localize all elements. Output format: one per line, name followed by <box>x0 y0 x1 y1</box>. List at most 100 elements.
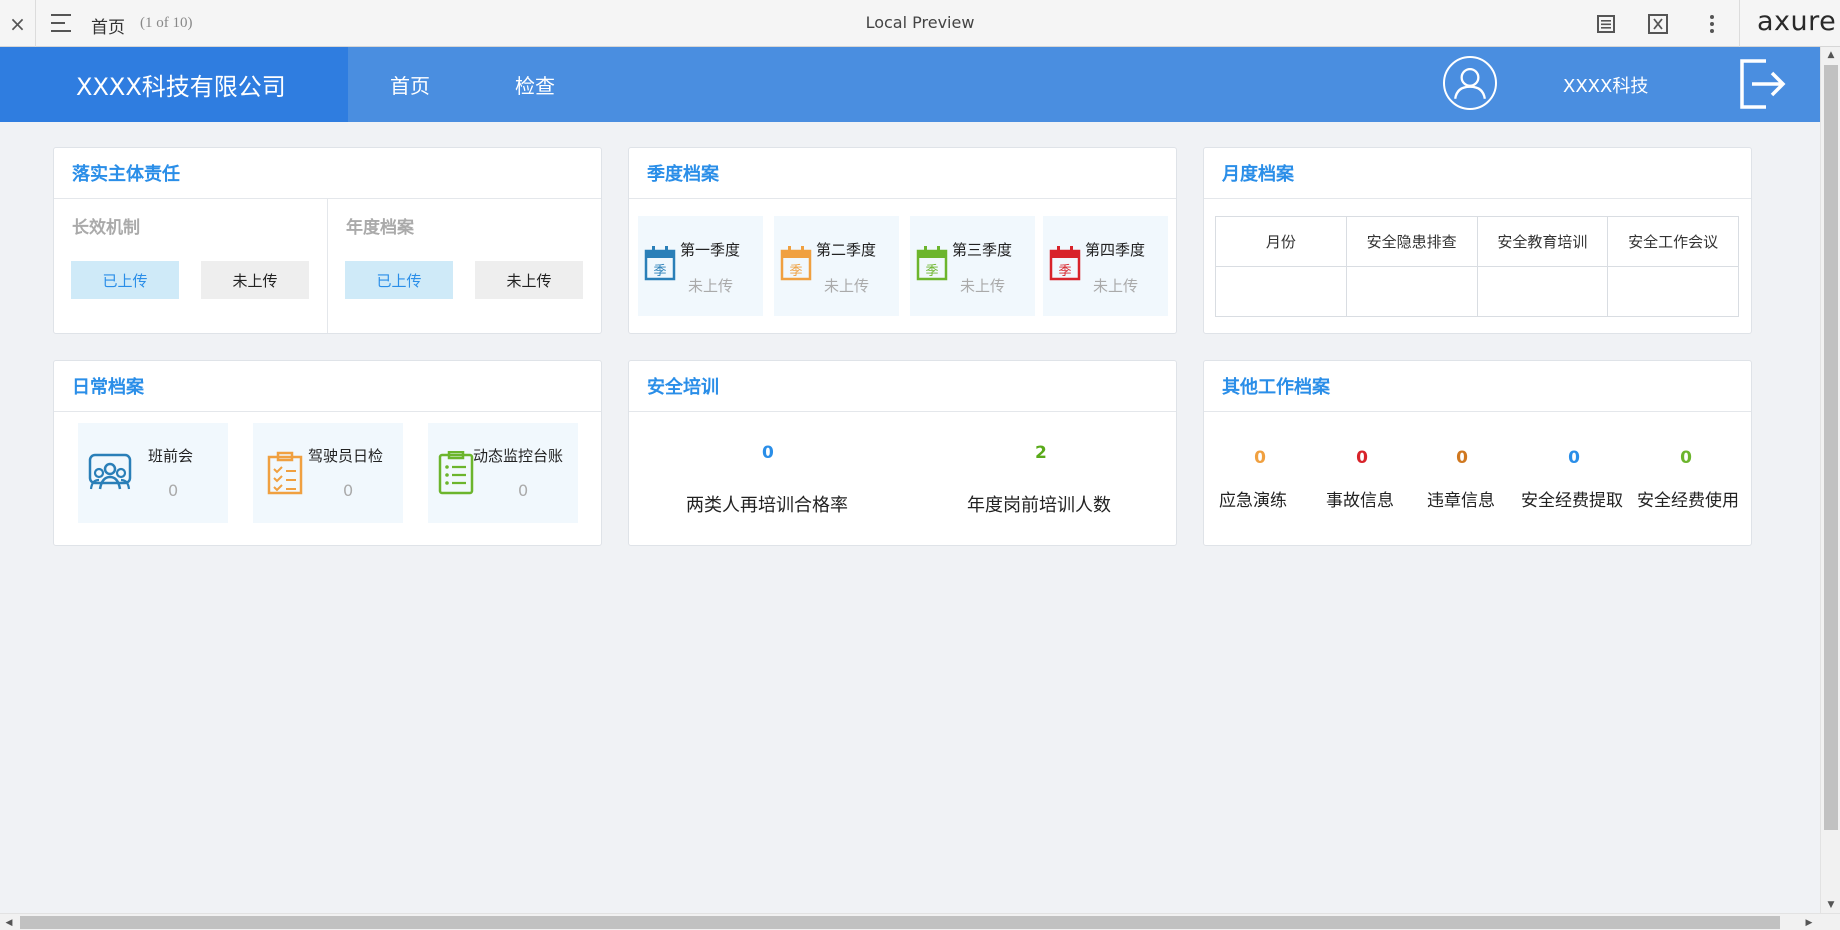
horizontal-scrollbar[interactable]: ◀ ▶ <box>0 913 1840 930</box>
pages-menu-icon[interactable] <box>50 12 74 34</box>
retraining-pass-rate-value: 0 <box>762 443 774 463</box>
calendar-icon: 季 <box>780 246 812 281</box>
card-other: 其他工作档案 0 应急演练 0 事故信息 0 违章信息 0 安全经费提取 0 安… <box>1203 360 1752 546</box>
table-header-cell: 安全教育培训 <box>1476 216 1609 267</box>
daily-count: 0 <box>518 481 529 500</box>
scroll-up-icon[interactable]: ▲ <box>1821 47 1840 63</box>
card-training: 安全培训 0 两类人再培训合格率 2 年度岗前培训人数 <box>628 360 1177 546</box>
table-cell[interactable] <box>1476 266 1609 317</box>
quarter-status: 未上传 <box>688 277 734 295</box>
table-cell[interactable] <box>1607 266 1739 317</box>
violation-info-value: 0 <box>1456 448 1468 468</box>
daily-tile-pre-shift-meeting[interactable]: 班前会 0 <box>78 423 228 523</box>
user-avatar-icon[interactable] <box>1443 56 1497 110</box>
company-brand: XXXX科技有限公司 <box>0 47 348 122</box>
app-header: XXXX科技有限公司 首页 检查 XXXX科技 <box>0 47 1820 122</box>
quarter-name: 第一季度 <box>680 241 741 259</box>
quarter-tile-2[interactable]: 季 第二季度 未上传 <box>774 216 899 316</box>
calendar-icon: 季 <box>916 246 948 281</box>
table-header-cell: 月份 <box>1215 216 1347 267</box>
scroll-right-icon[interactable]: ▶ <box>1800 914 1818 930</box>
axure-toolbar: × 首页 (1 of 10) Local Preview axure <box>0 0 1840 47</box>
daily-name: 班前会 <box>148 447 194 465</box>
card-daily: 日常档案 班前会 0 驾驶员日检 0 动态监控台账 0 <box>53 360 602 546</box>
list-icon <box>438 451 474 495</box>
quarter-tile-4[interactable]: 季 第四季度 未上传 <box>1043 216 1168 316</box>
emergency-drill-value: 0 <box>1254 448 1266 468</box>
nav-inspection[interactable]: 检查 <box>515 47 555 122</box>
daily-count: 0 <box>343 481 354 500</box>
logout-icon[interactable] <box>1738 57 1788 111</box>
section-title-long-term: 长效机制 <box>72 218 140 238</box>
annual-not-uploaded-button[interactable]: 未上传 <box>475 261 583 299</box>
daily-name: 动态监控台账 <box>473 447 564 465</box>
scrollbar-thumb[interactable] <box>1824 65 1838 830</box>
annual-uploaded-button[interactable]: 已上传 <box>345 261 453 299</box>
safety-fund-extraction-value: 0 <box>1568 448 1580 468</box>
current-page-name[interactable]: 首页 <box>91 13 125 38</box>
close-icon[interactable]: × <box>0 0 36 47</box>
svg-text:季: 季 <box>789 264 802 279</box>
people-icon <box>88 453 132 490</box>
page-count: (1 of 10) <box>140 15 193 31</box>
card-monthly: 月度档案 月份 安全隐患排查 安全教育培训 安全工作会议 <box>1203 147 1752 334</box>
long-term-not-uploaded-button[interactable]: 未上传 <box>201 261 309 299</box>
card-title: 日常档案 <box>54 361 601 412</box>
table-header-row: 月份 安全隐患排查 安全教育培训 安全工作会议 <box>1215 216 1739 267</box>
daily-tile-driver-check[interactable]: 驾驶员日检 0 <box>253 423 403 523</box>
safety-fund-usage-value: 0 <box>1680 448 1692 468</box>
emergency-drill-label[interactable]: 应急演练 <box>1219 486 1287 511</box>
safety-fund-extraction-label[interactable]: 安全经费提取 <box>1521 486 1623 511</box>
card-title: 其他工作档案 <box>1204 361 1751 412</box>
retraining-pass-rate-label: 两类人再培训合格率 <box>686 495 848 516</box>
quarter-status: 未上传 <box>824 277 870 295</box>
calendar-icon: 季 <box>1049 246 1081 281</box>
section-divider <box>327 199 328 333</box>
calendar-icon: 季 <box>644 246 676 281</box>
variables-icon[interactable] <box>1645 11 1671 37</box>
pre-job-training-count-label: 年度岗前培训人数 <box>967 495 1111 516</box>
card-title: 月度档案 <box>1204 148 1751 199</box>
quarter-status: 未上传 <box>960 277 1006 295</box>
quarter-name: 第三季度 <box>952 241 1013 259</box>
svg-text:季: 季 <box>1058 264 1071 279</box>
daily-tile-monitoring-ledger[interactable]: 动态监控台账 0 <box>428 423 578 523</box>
daily-name: 驾驶员日检 <box>308 447 384 465</box>
quarter-tile-3[interactable]: 季 第三季度 未上传 <box>910 216 1035 316</box>
card-title: 落实主体责任 <box>54 148 601 199</box>
safety-fund-usage-label[interactable]: 安全经费使用 <box>1637 486 1739 511</box>
table-row <box>1215 266 1739 317</box>
card-title: 安全培训 <box>629 361 1176 412</box>
quarter-status: 未上传 <box>1093 277 1139 295</box>
card-quarterly: 季度档案 季 第一季度 未上传 季 第二季度 未上传 季 第三季度 未上传 季 … <box>628 147 1177 334</box>
nav-home[interactable]: 首页 <box>390 47 430 122</box>
scrollbar-thumb[interactable] <box>20 916 1780 929</box>
vertical-scrollbar[interactable]: ▲ ▼ <box>1820 47 1840 913</box>
accident-info-value: 0 <box>1356 448 1368 468</box>
quarter-name: 第二季度 <box>816 241 877 259</box>
toolbar-divider <box>1739 0 1740 47</box>
violation-info-label[interactable]: 违章信息 <box>1427 486 1495 511</box>
username[interactable]: XXXX科技 <box>1563 47 1648 122</box>
clipboard-icon <box>267 451 303 495</box>
scroll-left-icon[interactable]: ◀ <box>0 914 18 930</box>
table-header-cell: 安全隐患排查 <box>1345 216 1478 267</box>
svg-text:季: 季 <box>925 264 938 279</box>
pre-job-training-count-value: 2 <box>1035 443 1047 463</box>
accident-info-label[interactable]: 事故信息 <box>1326 486 1394 511</box>
monthly-table: 月份 安全隐患排查 安全教育培训 安全工作会议 <box>1215 216 1739 317</box>
table-cell[interactable] <box>1215 266 1347 317</box>
quarter-name: 第四季度 <box>1085 241 1146 259</box>
quarter-tile-1[interactable]: 季 第一季度 未上传 <box>638 216 763 316</box>
preview-title: Local Preview <box>865 13 975 32</box>
table-cell[interactable] <box>1345 266 1478 317</box>
long-term-uploaded-button[interactable]: 已上传 <box>71 261 179 299</box>
more-options-icon[interactable] <box>1699 11 1725 37</box>
scroll-down-icon[interactable]: ▼ <box>1821 897 1840 913</box>
svg-text:季: 季 <box>653 264 666 279</box>
card-responsibility: 落实主体责任 长效机制 已上传 未上传 年度档案 已上传 未上传 <box>53 147 602 334</box>
card-title: 季度档案 <box>629 148 1176 199</box>
table-header-cell: 安全工作会议 <box>1607 216 1739 267</box>
section-title-annual: 年度档案 <box>346 218 414 238</box>
notes-icon[interactable] <box>1593 11 1619 37</box>
